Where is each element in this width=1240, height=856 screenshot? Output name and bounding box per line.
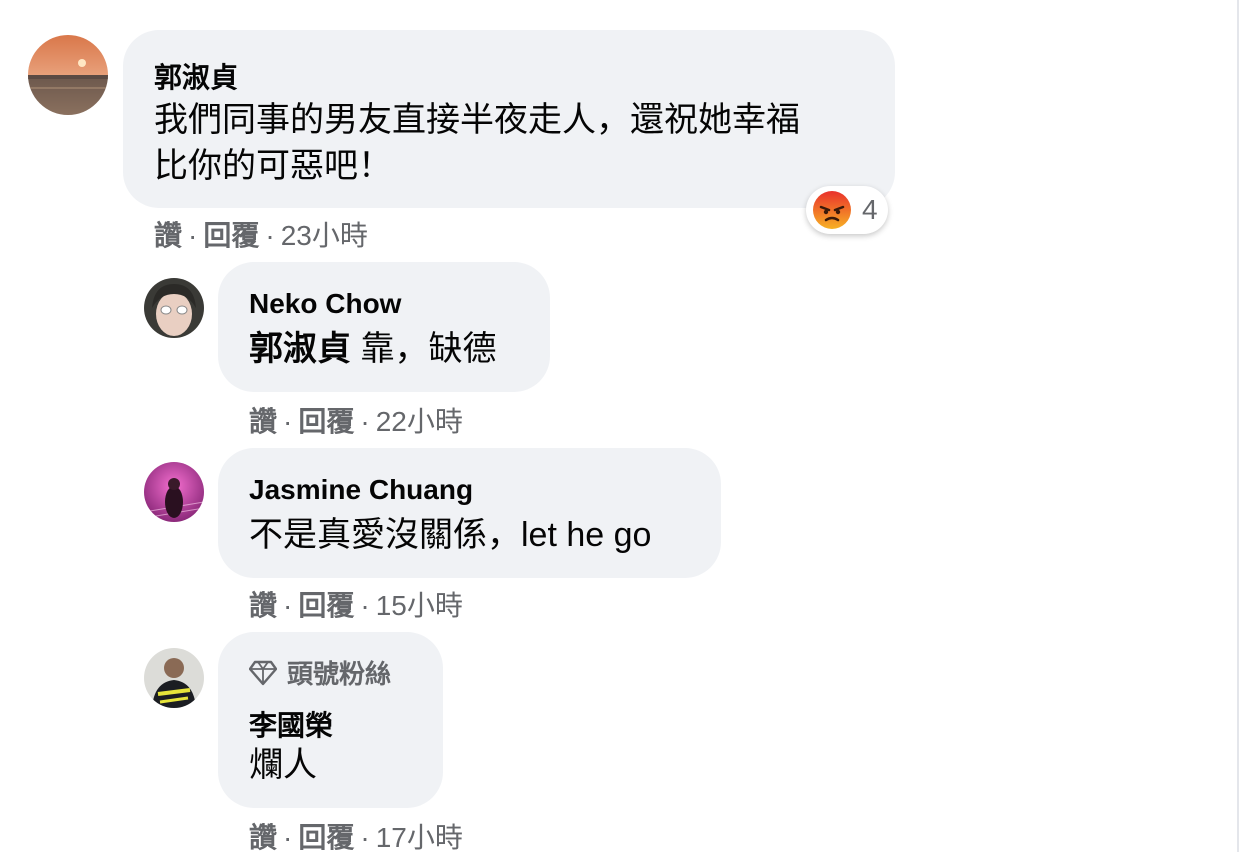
avatar-guo-shuzhen[interactable]	[28, 35, 108, 115]
separator: ·	[360, 406, 370, 437]
comment-author[interactable]: Jasmine Chuang	[249, 474, 473, 506]
reply-button[interactable]: 回覆	[298, 590, 354, 621]
angry-emoji-icon	[813, 191, 851, 229]
like-button[interactable]: 讚	[249, 590, 277, 621]
separator: ·	[360, 590, 370, 621]
timestamp[interactable]: 17小時	[376, 822, 463, 853]
like-button[interactable]: 讚	[249, 822, 277, 853]
separator: ·	[265, 220, 275, 251]
sunset-avatar-icon	[28, 35, 108, 115]
person-avatar-icon	[144, 462, 204, 522]
reaction-count: 4	[862, 194, 878, 225]
like-button[interactable]: 讚	[249, 406, 277, 437]
comment-actions: 讚 · 回覆 · 22小時	[249, 400, 463, 440]
right-divider	[1237, 0, 1239, 852]
timestamp[interactable]: 22小時	[376, 406, 463, 437]
separator: ·	[360, 822, 370, 853]
reply-button[interactable]: 回覆	[298, 406, 354, 437]
badge-label: 頭號粉絲	[287, 659, 392, 689]
person-avatar-icon	[144, 648, 204, 708]
reply-button[interactable]: 回覆	[298, 822, 354, 853]
reaction-summary[interactable]: 4	[806, 186, 888, 234]
separator: ·	[188, 220, 198, 251]
timestamp[interactable]: 15小時	[376, 590, 463, 621]
comment-author[interactable]: 郭淑貞	[154, 56, 238, 96]
timestamp[interactable]: 23小時	[281, 220, 368, 251]
diamond-icon	[249, 660, 277, 685]
comment-text: 不是真愛沒關係，let he go	[249, 516, 652, 554]
comment-actions: 讚 · 回覆 · 17小時	[249, 816, 463, 856]
person-avatar-icon	[144, 278, 204, 338]
comment-text: 郭淑貞 靠，缺德	[249, 321, 496, 377]
top-fan-badge[interactable]: 頭號粉絲	[249, 654, 391, 691]
comment-text: 比你的可惡吧！	[154, 147, 392, 185]
comment-body: 靠，缺德	[351, 330, 497, 368]
mention-link[interactable]: 郭淑貞	[249, 330, 351, 368]
reply-button[interactable]: 回覆	[203, 220, 259, 251]
avatar-li-guorong[interactable]	[144, 648, 204, 708]
comment-author[interactable]: Neko Chow	[249, 288, 401, 320]
like-button[interactable]: 讚	[154, 220, 182, 251]
avatar-neko-chow[interactable]	[144, 278, 204, 338]
comment-actions: 讚 · 回覆 · 15小時	[249, 584, 463, 624]
avatar-jasmine-chuang[interactable]	[144, 462, 204, 522]
separator: ·	[283, 590, 293, 621]
separator: ·	[283, 406, 293, 437]
comment-actions: 讚 · 回覆 · 23小時	[154, 214, 368, 254]
separator: ·	[283, 822, 293, 853]
comment-text: 爛人	[249, 746, 317, 784]
